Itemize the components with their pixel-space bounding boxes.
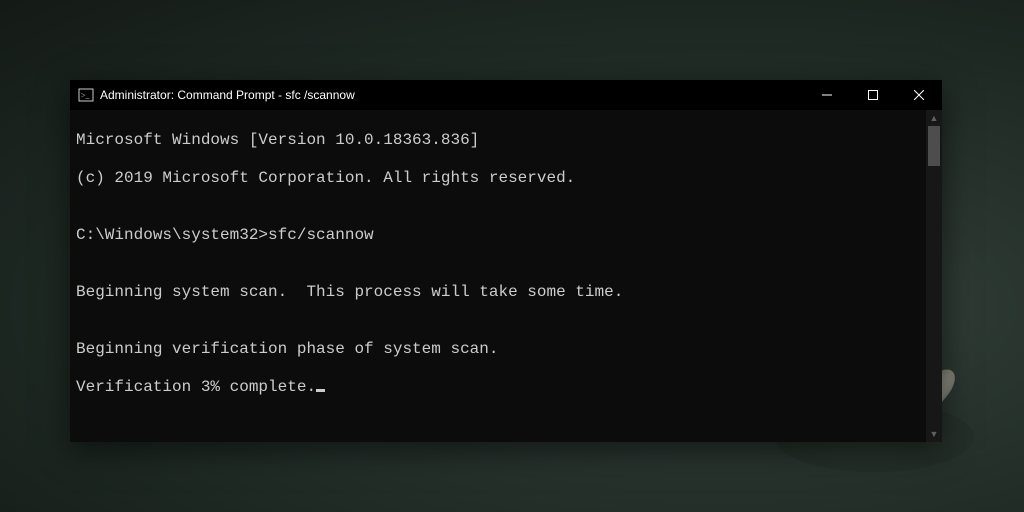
prompt-text: C:\Windows\system32>	[76, 226, 268, 244]
cmd-icon: >_	[78, 87, 94, 103]
progress-line: Verification 3% complete.	[76, 378, 936, 397]
svg-text:>_: >_	[81, 91, 91, 100]
terminal-output[interactable]: Microsoft Windows [Version 10.0.18363.83…	[70, 110, 942, 442]
progress-text: Verification 3% complete.	[76, 378, 316, 396]
prompt-line: C:\Windows\system32>sfc/scannow	[76, 226, 936, 245]
copyright-line: (c) 2019 Microsoft Corporation. All righ…	[76, 169, 936, 188]
entered-command: sfc/scannow	[268, 226, 374, 244]
verify-begin-line: Beginning verification phase of system s…	[76, 340, 936, 359]
scan-begin-line: Beginning system scan. This process will…	[76, 283, 936, 302]
version-line: Microsoft Windows [Version 10.0.18363.83…	[76, 131, 936, 150]
window-title: Administrator: Command Prompt - sfc /sca…	[100, 88, 355, 102]
scroll-thumb[interactable]	[928, 126, 940, 166]
window-controls	[804, 80, 942, 110]
scroll-up-arrow-icon[interactable]: ▲	[926, 110, 942, 126]
scroll-down-arrow-icon[interactable]: ▼	[926, 426, 942, 442]
text-cursor	[316, 389, 325, 392]
close-button[interactable]	[896, 80, 942, 110]
vertical-scrollbar[interactable]: ▲ ▼	[926, 110, 942, 442]
titlebar[interactable]: >_ Administrator: Command Prompt - sfc /…	[70, 80, 942, 110]
command-prompt-window: >_ Administrator: Command Prompt - sfc /…	[70, 80, 942, 442]
maximize-button[interactable]	[850, 80, 896, 110]
minimize-button[interactable]	[804, 80, 850, 110]
